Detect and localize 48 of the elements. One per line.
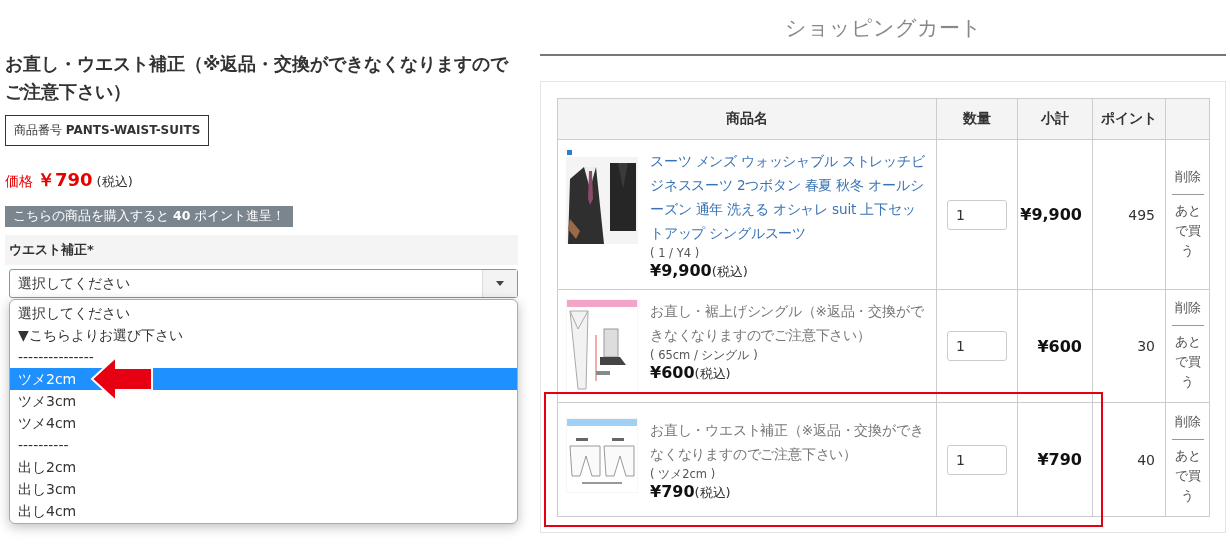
dropdown-option[interactable]: 出し3cm <box>10 478 517 500</box>
dropdown-option[interactable]: ▼こちらよりお選び下さい <box>10 324 517 346</box>
delete-link[interactable]: 削除 <box>1171 413 1204 440</box>
points: 495 <box>1092 139 1166 290</box>
quantity-field[interactable]: 1 <box>947 199 1007 230</box>
save-for-later-link[interactable]: あとで買う <box>1174 332 1201 392</box>
delete-link[interactable]: 削除 <box>1171 300 1204 326</box>
points: 40 <box>1092 402 1166 517</box>
variant: ( 65cm / シングル ) <box>650 346 759 363</box>
variant: ( 1 / Y4 ) <box>650 244 701 261</box>
dropdown-option[interactable]: 選択してください <box>10 302 517 324</box>
points-banner: こちらの商品を購入すると 40 ポイント進呈！ <box>5 206 294 227</box>
variant: ( ツメ2cm ) <box>650 465 717 482</box>
product-name: お直し・ウエスト補正（※返品・交換ができなくなりますのでご注意下さい） <box>650 420 925 464</box>
product-link[interactable]: スーツ メンズ ウォッシャブル ストレッチビジネススーツ 2つボタン 春夏 秋冬 オールシーズン 通年 洗える オシャレ suit 上下セットアップ シングルスーツ <box>650 148 928 245</box>
dropdown-option[interactable]: 出し4cm <box>10 500 517 522</box>
dropdown-option[interactable]: ツメ4cm <box>10 412 517 434</box>
save-for-later-link[interactable]: あとで買う <box>1174 445 1201 506</box>
column-header: 商品名 <box>557 98 937 140</box>
save-for-later-link[interactable]: あとで買う <box>1174 200 1201 261</box>
option-label: ウエスト補正* <box>5 235 518 265</box>
waist-select[interactable]: 選択してください <box>9 269 518 298</box>
page-title: ショッピングカート <box>540 0 1226 56</box>
price-label: 価格 <box>5 173 33 191</box>
column-header: 数量 <box>936 98 1018 140</box>
dropdown-option[interactable]: ---------- <box>10 434 517 456</box>
quantity-field[interactable]: 1 <box>947 331 1007 361</box>
product-title: お直し・ウエスト補正（※返品・交換ができなくなりますのでご注意下さい） <box>5 52 510 104</box>
tax-note: (税込) <box>96 173 133 191</box>
unit-price: ¥790(税込) <box>650 481 732 502</box>
unit-price: ¥9,900(税込) <box>650 260 749 281</box>
product-code: 商品番号 PANTS-WAIST-SUITS <box>5 115 210 146</box>
column-header: 小計 <box>1017 98 1093 140</box>
caret-icon <box>496 281 504 286</box>
product-name: お直し・裾上げシングル（※返品・交換ができなくなりますのでご注意下さい） <box>650 301 925 345</box>
delete-link[interactable]: 削除 <box>1171 168 1204 195</box>
dropdown-option[interactable]: ツメ3cm <box>10 390 517 412</box>
quantity-field[interactable]: 1 <box>947 444 1007 475</box>
price: ￥790 <box>37 168 93 192</box>
subtotal: ¥790 <box>1017 402 1093 517</box>
column-header: ポイント <box>1092 98 1166 140</box>
subtotal: ¥600 <box>1017 289 1093 403</box>
dropdown-option[interactable]: --------------- <box>10 346 517 368</box>
points: 30 <box>1092 289 1166 403</box>
pointer-arrow <box>90 356 153 402</box>
unit-price: ¥600(税込) <box>650 362 732 383</box>
dropdown-option[interactable]: 出し2cm <box>10 456 517 478</box>
subtotal: ¥9,900 <box>1017 139 1093 290</box>
